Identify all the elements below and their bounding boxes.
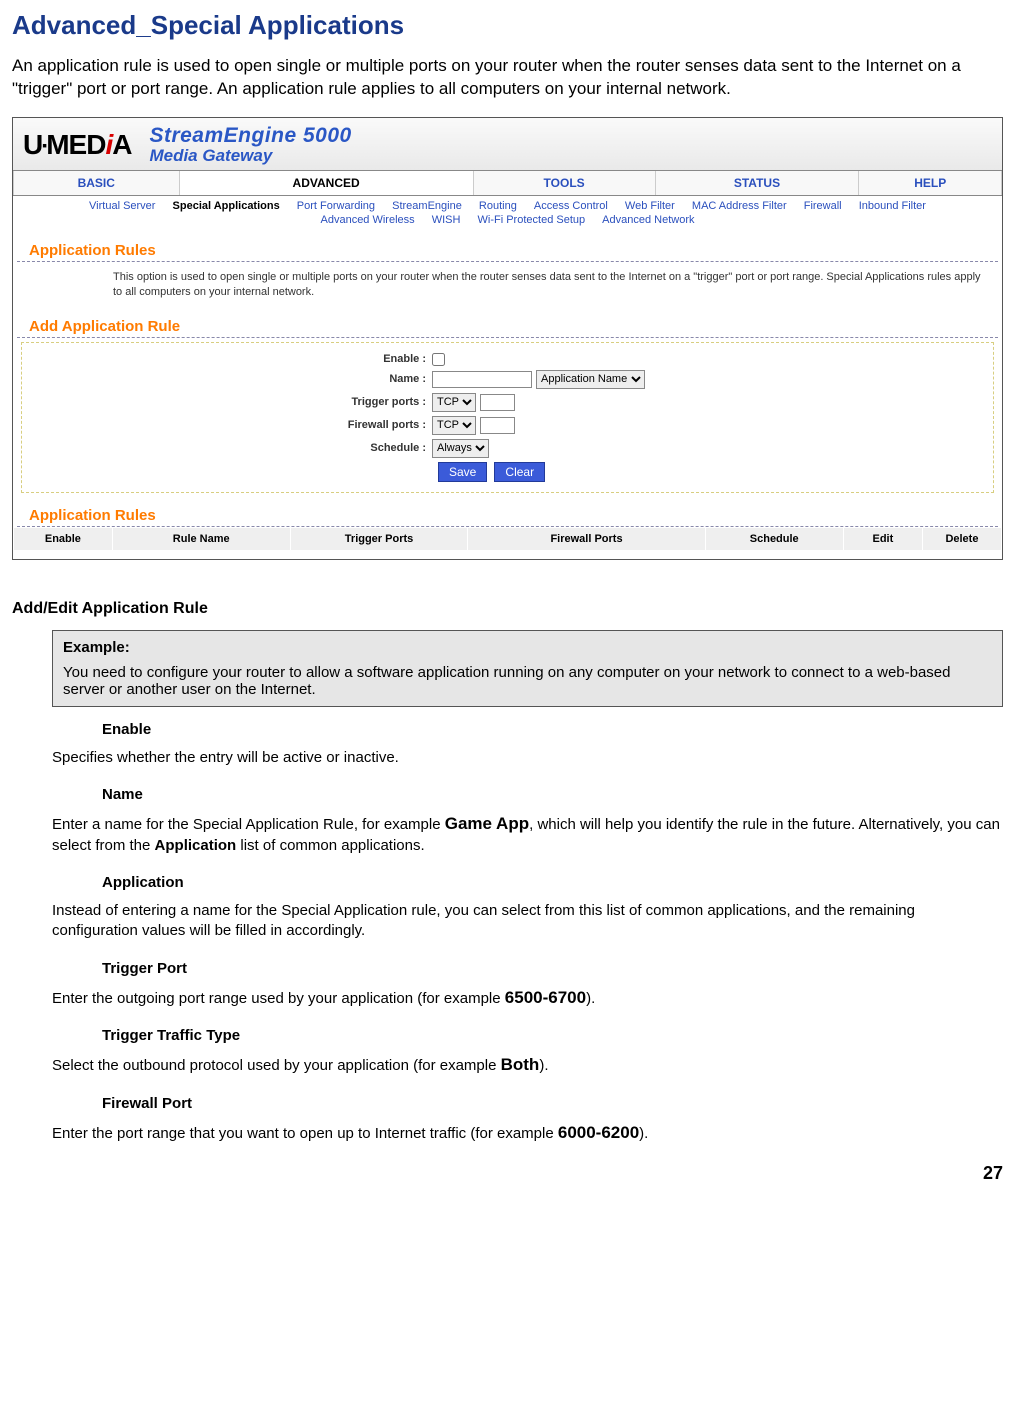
- router-screenshot-frame: U▪MEDiA StreamEngine 5000 Media Gateway …: [12, 117, 1003, 560]
- schedule-select[interactable]: Always: [432, 439, 489, 458]
- field-app-head: Application: [102, 874, 1003, 891]
- section-rules-table-header: Application Rules: [17, 497, 998, 527]
- sub-nav-row2: Advanced Wireless WISH Wi-Fi Protected S…: [13, 214, 1002, 232]
- field-ttype-desc: Select the outbound protocol used by you…: [52, 1054, 1003, 1077]
- subnav-special-apps[interactable]: Special Applications: [173, 200, 280, 212]
- intro-paragraph: An application rule is used to open sing…: [12, 55, 1003, 101]
- section-app-rules-desc: This option is used to open single or mu…: [13, 262, 1002, 308]
- application-name-select[interactable]: Application Name: [536, 370, 645, 389]
- page-number: 27: [12, 1163, 1003, 1184]
- page-title: Advanced_Special Applications: [12, 10, 1003, 41]
- bold-6000-6200: 6000-6200: [558, 1123, 639, 1142]
- subnav-web-filter[interactable]: Web Filter: [625, 200, 675, 212]
- txt: ).: [586, 990, 595, 1007]
- tab-tools[interactable]: TOOLS: [473, 171, 655, 195]
- example-title: Example:: [63, 639, 992, 656]
- add-rule-form: Enable : Name : Application Name Trigger…: [21, 342, 994, 493]
- subnav-access-control[interactable]: Access Control: [534, 200, 608, 212]
- subnav-inbound-filter[interactable]: Inbound Filter: [859, 200, 926, 212]
- logo-med: MED: [46, 129, 105, 161]
- col-firewall-ports: Firewall Ports: [468, 527, 705, 550]
- sub-nav-row1: Virtual Server Special Applications Port…: [13, 196, 1002, 214]
- field-ttype-head: Trigger Traffic Type: [102, 1027, 1003, 1044]
- txt: ).: [639, 1125, 648, 1142]
- subnav-mac-filter[interactable]: MAC Address Filter: [692, 200, 787, 212]
- field-fport-head: Firewall Port: [102, 1095, 1003, 1112]
- product-line2: Media Gateway: [149, 146, 351, 166]
- tab-status[interactable]: STATUS: [655, 171, 859, 195]
- router-header: U▪MEDiA StreamEngine 5000 Media Gateway: [13, 118, 1002, 170]
- schedule-label: Schedule :: [32, 442, 432, 454]
- bold-6500-6700: 6500-6700: [505, 988, 586, 1007]
- tab-help[interactable]: HELP: [859, 171, 1002, 195]
- bold-game-app: Game App: [445, 814, 529, 833]
- firewall-port-input[interactable]: [480, 417, 515, 434]
- txt: Enter a name for the Special Application…: [52, 816, 445, 833]
- logo-u: U: [23, 129, 42, 161]
- subnav-wish[interactable]: WISH: [432, 214, 461, 226]
- subnav-streamengine[interactable]: StreamEngine: [392, 200, 462, 212]
- example-body: You need to configure your router to all…: [63, 664, 992, 698]
- subnav-routing[interactable]: Routing: [479, 200, 517, 212]
- col-delete: Delete: [922, 527, 1001, 550]
- subnav-adv-wireless[interactable]: Advanced Wireless: [321, 214, 415, 226]
- field-tport-head: Trigger Port: [102, 960, 1003, 977]
- txt: list of common applications.: [236, 837, 424, 854]
- col-trigger-ports: Trigger Ports: [290, 527, 468, 550]
- logo-redi: i: [105, 129, 112, 161]
- name-input[interactable]: [432, 371, 532, 388]
- enable-checkbox[interactable]: [432, 353, 445, 366]
- section-app-rules-header: Application Rules: [17, 232, 998, 262]
- txt: ).: [539, 1057, 548, 1074]
- trigger-proto-select[interactable]: TCP: [432, 393, 476, 412]
- trigger-port-input[interactable]: [480, 394, 515, 411]
- name-label: Name :: [32, 373, 432, 385]
- firewall-proto-select[interactable]: TCP: [432, 416, 476, 435]
- example-box: Example: You need to configure your rout…: [52, 630, 1003, 707]
- rules-table: Enable Rule Name Trigger Ports Firewall …: [13, 527, 1002, 551]
- trigger-ports-label: Trigger ports :: [32, 396, 432, 408]
- field-name-desc: Enter a name for the Special Application…: [52, 813, 1003, 856]
- section-add-rule-header: Add Application Rule: [17, 308, 998, 338]
- router-logo: U▪MEDiA StreamEngine 5000 Media Gateway: [23, 124, 352, 166]
- txt: Select the outbound protocol used by you…: [52, 1057, 501, 1074]
- clear-button[interactable]: Clear: [494, 462, 545, 482]
- col-schedule: Schedule: [705, 527, 843, 550]
- doc-subhead: Add/Edit Application Rule: [12, 600, 1003, 618]
- field-enable-head: Enable: [102, 721, 1003, 738]
- col-rule-name: Rule Name: [112, 527, 290, 550]
- subnav-wps[interactable]: Wi-Fi Protected Setup: [478, 214, 586, 226]
- product-line1: StreamEngine 5000: [149, 124, 351, 148]
- field-name-head: Name: [102, 786, 1003, 803]
- field-app-desc: Instead of entering a name for the Speci…: [52, 901, 1003, 942]
- bold-application: Application: [155, 837, 237, 854]
- enable-label: Enable :: [32, 353, 432, 365]
- main-tabs: BASIC ADVANCED TOOLS STATUS HELP: [13, 170, 1002, 196]
- field-enable-desc: Specifies whether the entry will be acti…: [52, 748, 1003, 768]
- subnav-adv-network[interactable]: Advanced Network: [602, 214, 694, 226]
- logo-icon: U▪MEDiA: [23, 129, 131, 161]
- save-button[interactable]: Save: [438, 462, 487, 482]
- txt: Enter the port range that you want to op…: [52, 1125, 558, 1142]
- firewall-ports-label: Firewall ports :: [32, 419, 432, 431]
- subnav-firewall[interactable]: Firewall: [804, 200, 842, 212]
- col-edit: Edit: [843, 527, 922, 550]
- bold-both: Both: [501, 1055, 540, 1074]
- tab-advanced[interactable]: ADVANCED: [179, 171, 473, 195]
- logo-a: A: [112, 129, 131, 161]
- tab-basic[interactable]: BASIC: [14, 171, 180, 195]
- field-tport-desc: Enter the outgoing port range used by yo…: [52, 987, 1003, 1010]
- col-enable: Enable: [14, 527, 113, 550]
- txt: Enter the outgoing port range used by yo…: [52, 990, 505, 1007]
- subnav-virtual-server[interactable]: Virtual Server: [89, 200, 155, 212]
- field-fport-desc: Enter the port range that you want to op…: [52, 1122, 1003, 1145]
- subnav-port-forwarding[interactable]: Port Forwarding: [297, 200, 375, 212]
